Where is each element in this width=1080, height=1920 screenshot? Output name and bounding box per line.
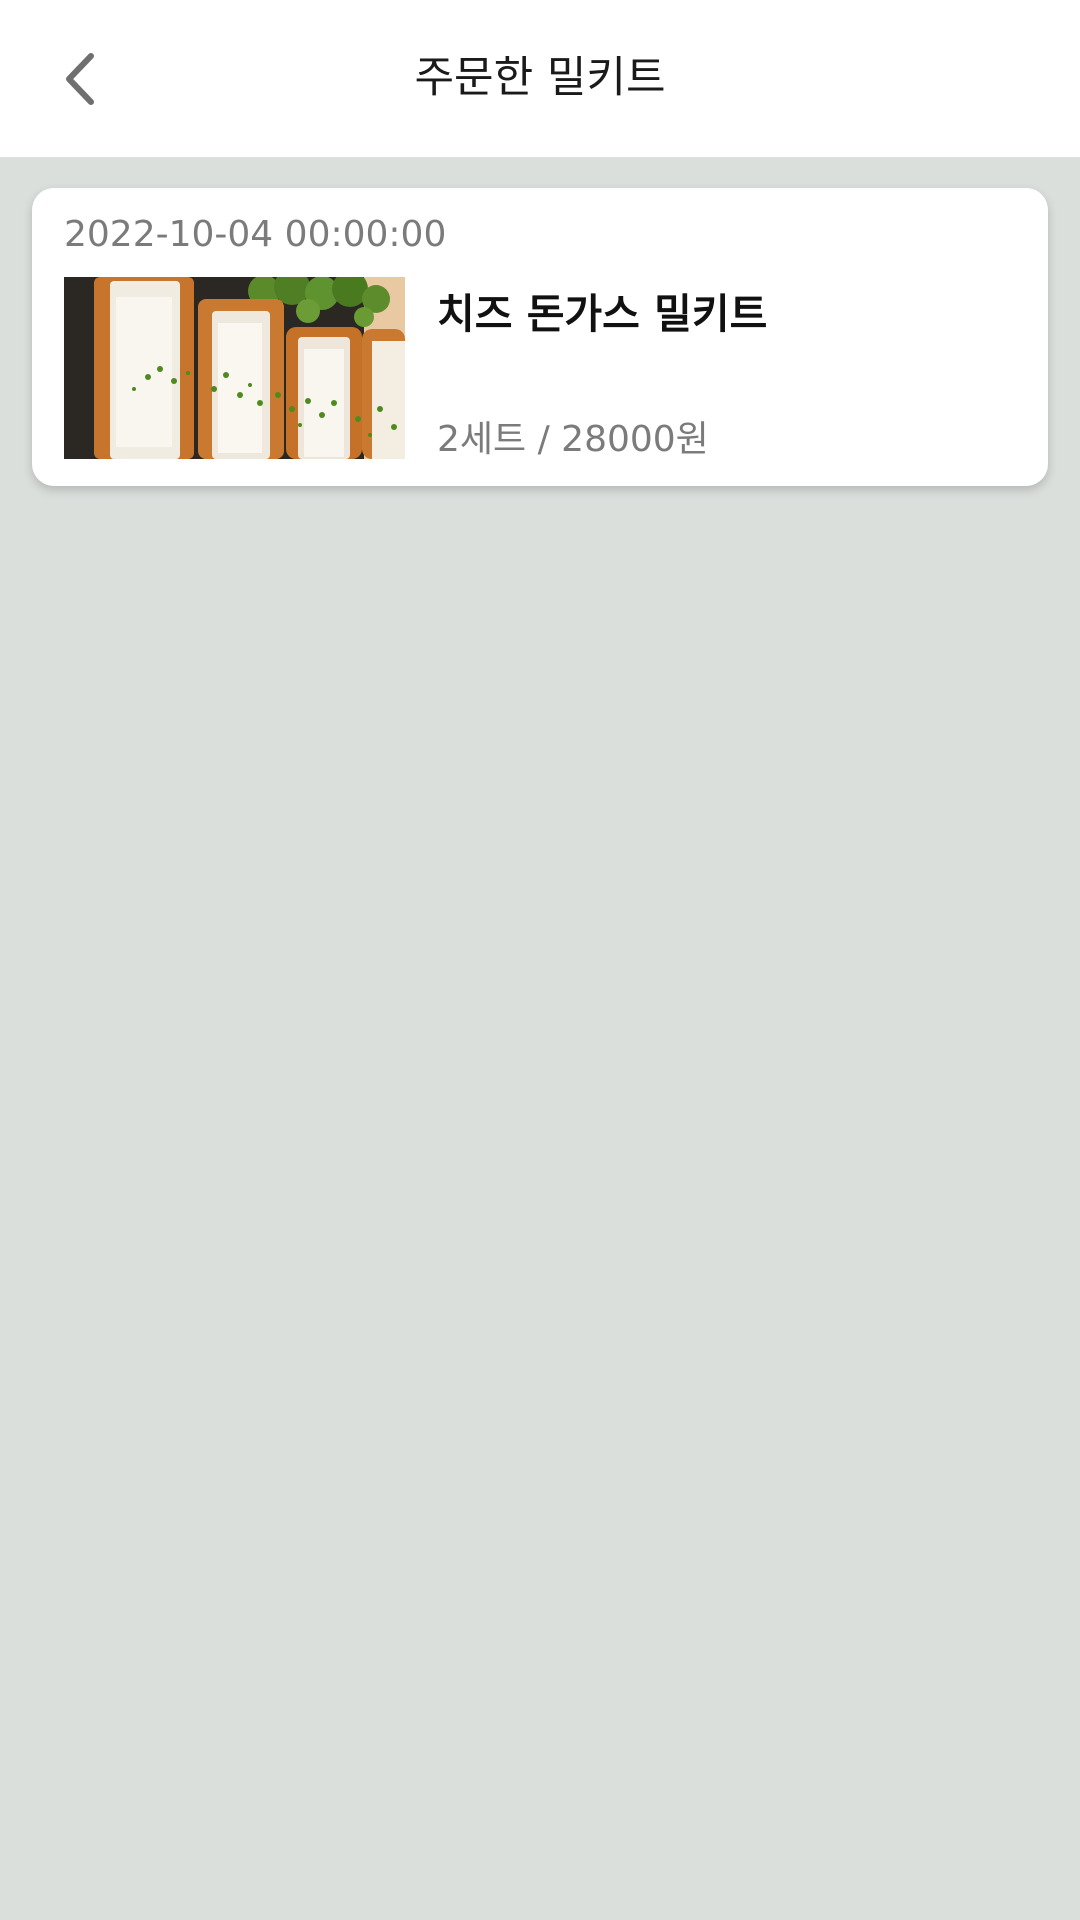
cheese-tonkatsu-photo <box>64 277 405 459</box>
app-bar: 주문한 밀키트 <box>0 0 1080 157</box>
product-image <box>64 277 405 459</box>
page-title: 주문한 밀키트 <box>414 53 666 103</box>
order-card[interactable]: 2022-10-04 00:00:00 치즈 돈가스 밀키트 2세트 / 280… <box>32 188 1048 486</box>
product-quantity-price: 2세트 / 28000원 <box>437 419 709 460</box>
order-date: 2022-10-04 00:00:00 <box>64 214 447 255</box>
product-name: 치즈 돈가스 밀키트 <box>437 290 768 338</box>
back-button[interactable] <box>40 40 118 118</box>
chevron-left-icon <box>66 53 94 105</box>
order-list: 2022-10-04 00:00:00 치즈 돈가스 밀키트 2세트 / 280… <box>32 188 1048 486</box>
